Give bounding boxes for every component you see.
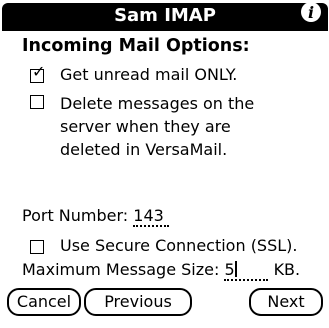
max-size-unit: KB.: [273, 260, 301, 279]
max-size-value: 5: [224, 260, 235, 279]
max-size-label: Maximum Message Size:: [22, 260, 220, 279]
get-unread-checkbox[interactable]: ✓: [30, 64, 45, 83]
next-button[interactable]: Next: [249, 288, 323, 316]
title-bar: Sam IMAP i: [0, 0, 329, 32]
info-icon[interactable]: i: [301, 2, 321, 22]
title-tab: Sam IMAP: [2, 3, 328, 29]
delete-on-server-line-2: server when they are: [60, 117, 231, 136]
cancel-button[interactable]: Cancel: [7, 288, 81, 316]
delete-on-server-line-3: deleted in VersaMail.: [60, 140, 228, 159]
get-unread-label[interactable]: Get unread mail ONLY.: [60, 65, 237, 84]
ssl-label[interactable]: Use Secure Connection (SSL).: [60, 236, 297, 255]
checkmark-icon: ✓: [32, 62, 46, 81]
max-size-row: Maximum Message Size: 5 KB.: [22, 260, 300, 281]
delete-on-server-line-1: Delete messages on the: [60, 94, 255, 113]
text-cursor: [234, 261, 237, 277]
delete-on-server-checkbox[interactable]: [30, 95, 44, 109]
port-number-field[interactable]: 143: [133, 206, 170, 227]
max-size-field[interactable]: 5: [224, 260, 269, 281]
ssl-checkbox[interactable]: [30, 240, 44, 254]
port-number-row: Port Number: 143: [22, 206, 170, 227]
section-heading: Incoming Mail Options:: [22, 36, 250, 56]
window-title: Sam IMAP: [114, 5, 216, 26]
port-number-label: Port Number:: [22, 206, 129, 225]
delete-on-server-label[interactable]: Delete messages on the server when they …: [60, 92, 254, 161]
previous-button[interactable]: Previous: [84, 288, 192, 316]
title-underline: [2, 29, 328, 31]
